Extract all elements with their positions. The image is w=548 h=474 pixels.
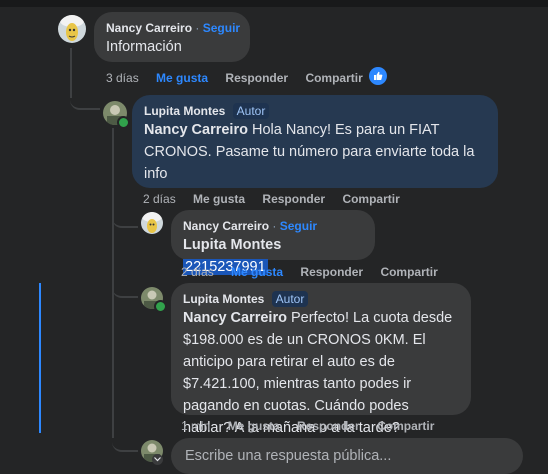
like-button[interactable]: Me gusta [228,419,280,433]
comment-text: Información [106,39,182,55]
top-edge [0,0,548,7]
reply-button[interactable]: Responder [225,71,288,85]
share-button[interactable]: Compartir [377,419,434,433]
comment-time[interactable]: 3 días [106,71,139,85]
separator: · [195,21,200,35]
share-button[interactable]: Compartir [305,71,362,85]
comment-author[interactable]: Lupita Montes [144,104,225,118]
author-badge: Autor [271,291,309,307]
reply-button[interactable]: Responder [262,192,325,206]
chevron-down-icon[interactable] [152,454,163,465]
comment-bubble: Nancy Carreiro · Seguir Lupita Montes 22… [171,210,375,275]
comment-actions: 1 min Me gusta Responder Compartir [181,419,448,433]
mention-link[interactable]: Nancy Carreiro [183,310,287,326]
share-button[interactable]: Compartir [380,265,437,279]
comment-bubble: Lupita Montes Autor Nancy Carreiro Hola … [132,95,498,188]
online-status-icon [154,300,167,313]
like-button[interactable]: Me gusta [231,265,283,279]
avatar[interactable] [58,15,86,43]
comment-actions: 3 días Me gusta Responder Compartir [106,71,377,85]
share-button[interactable]: Compartir [342,192,399,206]
reply-input[interactable] [183,447,511,465]
like-button[interactable]: Me gusta [193,192,245,206]
comment-actions: 2 días Me gusta Responder Compartir [143,192,414,206]
like-button[interactable]: Me gusta [156,71,208,85]
comment-time[interactable]: 1 min [181,419,210,433]
online-status-icon [117,116,130,129]
highlight-bar [39,283,41,433]
comment-text: Nancy Carreiro Hola Nancy! Es para un FI… [144,122,475,182]
thread-connector [112,436,138,452]
thread-line [70,48,72,98]
comment-bubble: Lupita Montes Autor Nancy Carreiro Perfe… [171,283,471,436]
mention-link[interactable]: Nancy Carreiro [144,122,248,138]
thread-connector [112,282,138,298]
comment-time[interactable]: 2 días [181,265,214,279]
comment-author[interactable]: Nancy Carreiro [183,219,269,233]
follow-button[interactable]: Seguir [280,219,317,233]
comment-author[interactable]: Nancy Carreiro [106,21,192,35]
follow-button[interactable]: Seguir [203,21,240,35]
reply-button[interactable]: Responder [297,419,360,433]
mention-link[interactable]: Lupita Montes [183,237,281,253]
like-reaction-icon[interactable] [369,67,387,85]
comment-actions: 2 días Me gusta Responder Compartir [181,265,452,279]
comment-author[interactable]: Lupita Montes [183,292,264,306]
reply-button[interactable]: Responder [300,265,363,279]
separator: · [272,219,277,233]
author-badge: Autor [232,103,270,119]
avatar[interactable] [141,212,163,234]
comment-bubble: Nancy Carreiro · Seguir Información [94,12,250,62]
reply-composer [171,438,523,474]
thread-connector [70,92,100,110]
comment-time[interactable]: 2 días [143,192,176,206]
thread-connector [112,212,138,228]
